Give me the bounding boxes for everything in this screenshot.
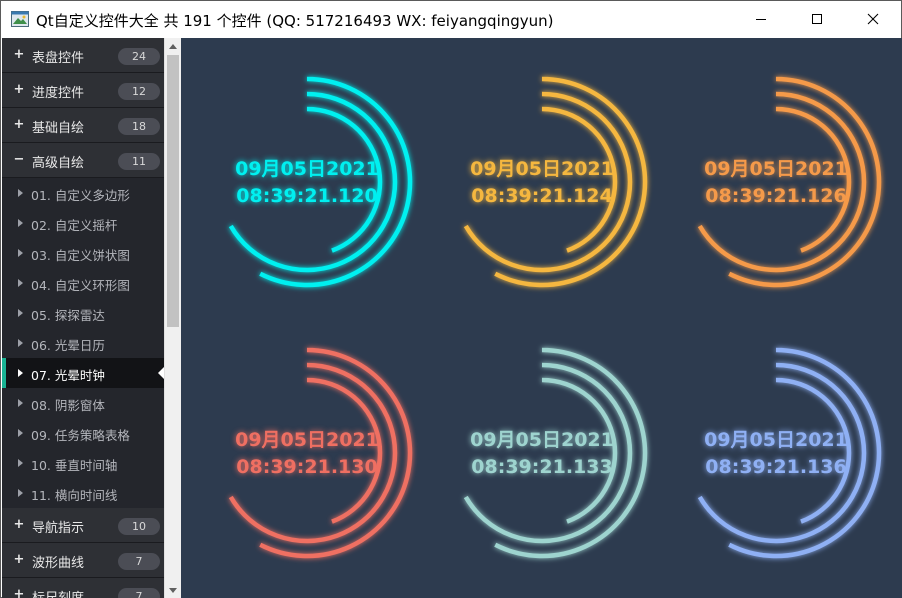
scroll-up-button[interactable] (165, 38, 181, 54)
caret-right-icon (18, 429, 23, 437)
item-label: 10. 垂直时间轴 (31, 458, 118, 473)
sidebar-group-progress[interactable]: + 进度控件 12 (2, 73, 164, 108)
clock-date: 09月05日2021 (235, 158, 379, 180)
clock-label: 09月05日2021 08:39:21.133 (442, 427, 642, 481)
sidebar-item[interactable]: 04. 自定义环形图 (2, 268, 164, 298)
caret-right-icon (18, 309, 23, 317)
clock-label: 09月05日2021 08:39:21.126 (676, 156, 876, 210)
clock-display-area: 09月05日2021 08:39:21.120 09月05日2021 08:39:21… (181, 38, 902, 598)
sidebar-scrollbar[interactable] (164, 38, 181, 598)
sidebar-item[interactable]: 11. 横向时间线 (2, 478, 164, 508)
clock-label: 09月05日2021 08:39:21.136 (676, 427, 876, 481)
scroll-down-arrow-icon (169, 587, 177, 593)
close-button[interactable] (845, 1, 901, 37)
group-label: 高级自绘 (32, 156, 85, 171)
clock-date: 09月05日2021 (235, 429, 379, 451)
sidebar-group-basic-paint[interactable]: + 基础自绘 18 (2, 108, 164, 143)
caret-right-icon (18, 369, 23, 377)
clock-label: 09月05日2021 08:39:21.124 (442, 156, 642, 210)
expand-plus-icon: + (13, 117, 25, 132)
minimize-button[interactable] (733, 1, 789, 37)
sidebar-item[interactable]: 10. 垂直时间轴 (2, 448, 164, 478)
clock-time: 08:39:21.136 (705, 456, 847, 478)
group-label: 表盘控件 (32, 51, 85, 66)
collapse-minus-icon: − (13, 152, 25, 167)
caret-right-icon (18, 189, 23, 197)
caret-right-icon (18, 459, 23, 467)
item-label: 02. 自定义摇杆 (31, 218, 118, 233)
sidebar-item[interactable]: 02. 自定义摇杆 (2, 208, 164, 238)
item-label: 08. 阴影窗体 (31, 398, 105, 413)
caret-right-icon (18, 219, 23, 227)
sidebar-item[interactable]: 05. 探探雷达 (2, 298, 164, 328)
scroll-thumb[interactable] (167, 55, 179, 327)
group-label: 进度控件 (32, 86, 85, 101)
item-label: 01. 自定义多边形 (31, 188, 130, 203)
caret-right-icon (18, 279, 23, 287)
item-label: 11. 横向时间线 (31, 488, 118, 503)
close-icon (867, 13, 879, 25)
active-accent-bar (2, 358, 6, 388)
count-badge: 10 (118, 518, 160, 535)
item-label: 09. 任务策略表格 (31, 428, 130, 443)
sidebar-item[interactable]: 03. 自定义饼状图 (2, 238, 164, 268)
expand-plus-icon: + (13, 82, 25, 97)
caret-right-icon (18, 399, 23, 407)
expand-plus-icon: + (13, 47, 25, 62)
sidebar-group-waveform[interactable]: + 波形曲线 7 (2, 543, 164, 578)
item-label: 07. 光晕时钟 (31, 368, 105, 383)
count-badge: 7 (118, 588, 160, 598)
sidebar-item[interactable]: 08. 阴影窗体 (2, 388, 164, 418)
title-bar[interactable]: Qt自定义控件大全 共 191 个控件 (QQ: 517216493 WX: f… (1, 1, 901, 38)
clock-time: 08:39:21.133 (471, 456, 613, 478)
sidebar-item[interactable]: 09. 任务策略表格 (2, 418, 164, 448)
sidebar-item[interactable]: 06. 光晕日历 (2, 328, 164, 358)
expand-plus-icon: + (13, 517, 25, 532)
scroll-up-arrow-icon (169, 43, 177, 49)
item-label: 05. 探探雷达 (31, 308, 105, 323)
group-label: 标尺刻度 (32, 587, 84, 598)
count-badge: 7 (118, 553, 160, 570)
item-label: 06. 光晕日历 (31, 338, 105, 353)
sidebar-item-active[interactable]: 07. 光晕时钟 (2, 358, 164, 388)
caret-right-icon (18, 489, 23, 497)
sidebar-group-dials[interactable]: + 表盘控件 24 (2, 38, 164, 73)
clock-label: 09月05日2021 08:39:21.130 (207, 427, 407, 481)
group-label: 波形曲线 (32, 556, 85, 571)
clock-time: 08:39:21.126 (705, 185, 847, 207)
glow-clocks-canvas (228, 76, 882, 559)
count-badge: 18 (118, 118, 160, 135)
scroll-down-button[interactable] (165, 582, 181, 598)
sidebar-group-ruler[interactable]: + 标尺刻度 7 (2, 578, 164, 598)
minimize-icon (756, 19, 766, 20)
app-icon (11, 11, 29, 27)
item-label: 04. 自定义环形图 (31, 278, 130, 293)
maximize-button[interactable] (789, 1, 845, 37)
clock-time: 08:39:21.124 (471, 185, 613, 207)
sidebar-nav: + 表盘控件 24 + 进度控件 12 + 基础自绘 18 − 高级自绘 11 … (2, 38, 164, 598)
clock-time: 08:39:21.130 (236, 456, 378, 478)
group-label: 导航指示 (32, 521, 85, 536)
sidebar-group-navigation[interactable]: + 导航指示 10 (2, 508, 164, 543)
expand-plus-icon: + (13, 587, 25, 598)
app-window: Qt自定义控件大全 共 191 个控件 (QQ: 517216493 WX: f… (0, 0, 902, 598)
expand-plus-icon: + (13, 552, 25, 567)
count-badge: 24 (118, 48, 160, 65)
clock-time: 08:39:21.120 (236, 185, 378, 207)
caret-right-icon (18, 339, 23, 347)
clock-date: 09月05日2021 (704, 158, 848, 180)
window-title: Qt自定义控件大全 共 191 个控件 (QQ: 517216493 WX: f… (36, 12, 554, 30)
sidebar-group-advanced-paint[interactable]: − 高级自绘 11 (2, 143, 164, 178)
clock-date: 09月05日2021 (470, 158, 614, 180)
sidebar-item[interactable]: 01. 自定义多边形 (2, 178, 164, 208)
caret-right-icon (18, 249, 23, 257)
count-badge: 11 (118, 153, 160, 170)
maximize-icon (812, 14, 822, 24)
item-label: 03. 自定义饼状图 (31, 248, 130, 263)
group-label: 基础自绘 (32, 121, 85, 136)
clock-date: 09月05日2021 (470, 429, 614, 451)
clock-date: 09月05日2021 (704, 429, 848, 451)
clock-label: 09月05日2021 08:39:21.120 (207, 156, 407, 210)
count-badge: 12 (118, 83, 160, 100)
